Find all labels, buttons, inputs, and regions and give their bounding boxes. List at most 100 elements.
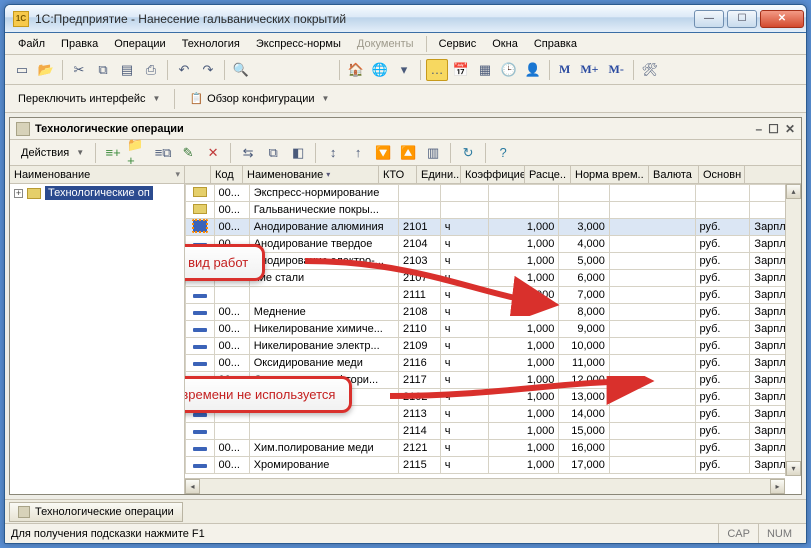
scroll-down-icon[interactable]: ▾ xyxy=(786,461,801,476)
search-icon[interactable]: 🔍 xyxy=(230,59,252,81)
hierarchy-icon[interactable]: ⇆ xyxy=(237,142,259,164)
scrollbar-vertical[interactable]: ▴ ▾ xyxy=(785,184,801,476)
tree-header[interactable]: Наименование ▾ xyxy=(10,166,184,184)
item-icon xyxy=(193,311,207,315)
row-icon-cell xyxy=(186,304,215,321)
delete-icon[interactable]: ✕ xyxy=(202,142,224,164)
column-header-icon[interactable] xyxy=(185,166,211,183)
table-row[interactable]: 00...Оксидирование меди2116ч1,00011,000р… xyxy=(186,355,801,372)
new-icon[interactable]: ▭ xyxy=(11,59,33,81)
column-header-base[interactable]: Основн xyxy=(699,166,745,183)
column-header-code[interactable]: Код xyxy=(211,166,243,183)
columns-icon[interactable]: ▥ xyxy=(422,142,444,164)
table-row[interactable]: 00...Никелирование электр...2109ч1,00010… xyxy=(186,338,801,355)
switch-interface-button[interactable]: Переключить интерфейс▼ xyxy=(13,88,165,110)
row-icon-cell xyxy=(186,338,215,355)
m-plus-button[interactable]: M+ xyxy=(576,59,602,81)
edit-icon[interactable]: ✎ xyxy=(177,142,199,164)
document-icon xyxy=(18,506,30,518)
taskbar-item-label: Технологические операции xyxy=(35,506,174,518)
icon-c[interactable]: ▾ xyxy=(393,59,415,81)
cut-icon[interactable]: ✂ xyxy=(68,59,90,81)
scroll-up-icon[interactable]: ▴ xyxy=(786,184,801,199)
table-row[interactable]: 2114ч1,00015,000руб.Зарпла xyxy=(186,423,801,440)
tree-pane: Наименование ▾ + Технологические оп xyxy=(10,166,185,494)
add-folder-icon[interactable]: 📁+ xyxy=(127,142,149,164)
menu-express-norms[interactable]: Экспресс-нормы xyxy=(249,35,348,53)
open-icon[interactable]: 📂 xyxy=(35,59,57,81)
child-close-button[interactable]: ✕ xyxy=(785,122,795,136)
tree-item[interactable]: + Технологические оп xyxy=(10,184,184,202)
arrow-icon xyxy=(300,256,560,316)
child-minimize-button[interactable]: – xyxy=(755,122,762,136)
calendar-icon[interactable]: 📅 xyxy=(450,59,472,81)
scroll-right-icon[interactable]: ▸ xyxy=(770,479,785,494)
column-header-norm[interactable]: Норма врем.. xyxy=(571,166,649,183)
time-icon[interactable]: 🕒 xyxy=(498,59,520,81)
menu-edit[interactable]: Правка xyxy=(54,35,105,53)
column-header-currency[interactable]: Валюта xyxy=(649,166,699,183)
column-header-coef[interactable]: Коэффицие.. xyxy=(461,166,525,183)
level-icon[interactable]: ◧ xyxy=(287,142,309,164)
move-up-icon[interactable]: ↑ xyxy=(347,142,369,164)
row-icon-cell xyxy=(186,423,215,440)
statusbar: Для получения подсказки нажмите F1 CAP N… xyxy=(5,523,806,543)
table-row[interactable]: 00...Хромирование2115ч1,00017,000руб.Зар… xyxy=(186,457,801,474)
maximize-button[interactable]: ☐ xyxy=(727,10,757,28)
column-header-kto[interactable]: КТО xyxy=(379,166,417,183)
workspace: Технологические операции – ☐ ✕ Действия▼… xyxy=(5,113,806,499)
m-plain-button[interactable]: M xyxy=(555,59,574,81)
close-button[interactable]: ✕ xyxy=(760,10,804,28)
grid-icon[interactable]: ▦ xyxy=(474,59,496,81)
tools-icon[interactable]: 🛠 xyxy=(639,59,661,81)
gallery-icon[interactable]: ▤ xyxy=(116,59,138,81)
column-header-rate[interactable]: Расце.. xyxy=(525,166,571,183)
icon-b[interactable]: 🌐 xyxy=(369,59,391,81)
column-header-name[interactable]: Наименование▾ xyxy=(243,166,379,183)
filter-icon[interactable]: 🔽 xyxy=(372,142,394,164)
table-row[interactable]: 00...Экспресс-нормирование xyxy=(186,185,801,202)
calc-icon[interactable]: … xyxy=(426,59,448,81)
tree-icon[interactable]: ⧉ xyxy=(262,142,284,164)
add-icon[interactable]: ≡+ xyxy=(102,142,124,164)
expand-icon[interactable]: + xyxy=(14,189,23,198)
print-icon[interactable]: ⎙ xyxy=(140,59,162,81)
folder-icon xyxy=(27,188,41,199)
child-toolbar: Действия▼ ≡+ 📁+ ≡⧉ ✎ ✕ ⇆ ⧉ ◧ ↕ ↑ 🔽 🔼 ▥ ↻ xyxy=(10,140,801,166)
config-overview-button[interactable]: 📋 Обзор конфигурации▼ xyxy=(184,88,334,110)
copy-icon[interactable]: ⧉ xyxy=(92,59,114,81)
user-icon[interactable]: 👤 xyxy=(522,59,544,81)
icon-a[interactable]: 🏠 xyxy=(345,59,367,81)
actions-button[interactable]: Действия▼ xyxy=(16,142,89,164)
child-maximize-button[interactable]: ☐ xyxy=(768,122,779,136)
table-row[interactable]: 00...Анодирование твердое2104ч1,0004,000… xyxy=(186,236,801,253)
secondary-toolbar: Переключить интерфейс▼ 📋 Обзор конфигура… xyxy=(5,85,806,113)
column-header-unit[interactable]: Едини.. xyxy=(417,166,461,183)
menu-technology[interactable]: Технология xyxy=(175,35,247,53)
table-row[interactable]: 00...Анодирование алюминия2101ч1,0003,00… xyxy=(186,219,801,236)
menu-file[interactable]: Файл xyxy=(11,35,52,53)
filter-off-icon[interactable]: 🔼 xyxy=(397,142,419,164)
grid-header-row: Код Наименование▾ КТО Едини.. Коэффицие.… xyxy=(185,166,801,184)
table-row[interactable]: 00...Никелирование химиче...2110ч1,0009,… xyxy=(186,321,801,338)
grid-body[interactable]: 00...Экспресс-нормирование00...Гальванич… xyxy=(185,184,801,494)
tree-item-label: Технологические оп xyxy=(45,186,153,200)
taskbar-item[interactable]: Технологические операции xyxy=(9,502,183,522)
minimize-button[interactable]: — xyxy=(694,10,724,28)
item-icon xyxy=(193,220,207,232)
m-minus-button[interactable]: M- xyxy=(605,59,628,81)
help-icon[interactable]: ? xyxy=(492,142,514,164)
redo-icon[interactable]: ↷ xyxy=(197,59,219,81)
scrollbar-horizontal[interactable]: ◂ ▸ xyxy=(185,478,785,494)
move-icon[interactable]: ↕ xyxy=(322,142,344,164)
menu-operations[interactable]: Операции xyxy=(107,35,172,53)
table-row[interactable]: 00...Хим.полирование меди2121ч1,00016,00… xyxy=(186,440,801,457)
scroll-left-icon[interactable]: ◂ xyxy=(185,479,200,494)
copy-row-icon[interactable]: ≡⧉ xyxy=(152,142,174,164)
table-row[interactable]: 00...Гальванические покры... xyxy=(186,202,801,219)
refresh-icon[interactable]: ↻ xyxy=(457,142,479,164)
menu-windows[interactable]: Окна xyxy=(485,35,525,53)
undo-icon[interactable]: ↶ xyxy=(173,59,195,81)
menu-help[interactable]: Справка xyxy=(527,35,584,53)
menu-service[interactable]: Сервис xyxy=(432,35,484,53)
